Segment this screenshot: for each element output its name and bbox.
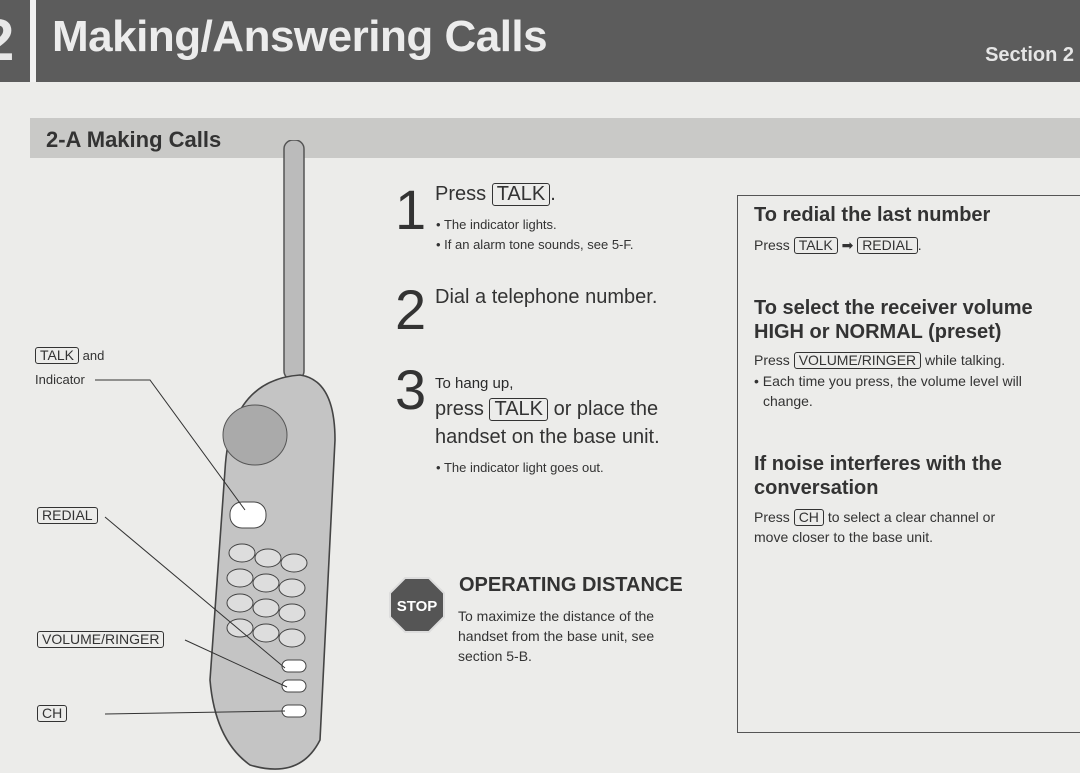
step-3-number: 3 (395, 358, 427, 421)
talk-and-label: TALK and (35, 347, 104, 364)
and-text: and (82, 348, 105, 363)
volume-key-label: VOLUME/RINGER (37, 631, 165, 648)
step-3-line1: To hang up, (435, 375, 514, 392)
section-label: Section 2 (985, 44, 1074, 66)
arrow-right-icon: ➡ (841, 237, 854, 253)
volume-label: VOLUME/RINGER (37, 631, 165, 648)
chapter-number: 2 (0, 0, 30, 82)
operating-distance-title: OPERATING DISTANCE (459, 574, 683, 596)
volume-note: • Each time you press, the volume level … (754, 373, 1022, 409)
volume-text: Press VOLUME/RINGER while talking. (754, 352, 1006, 369)
redial-key: REDIAL (857, 237, 918, 254)
antenna (283, 140, 305, 381)
ch-key-label: CH (37, 705, 68, 722)
svg-text:STOP: STOP (397, 598, 438, 615)
redial-label: REDIAL (37, 507, 98, 524)
noise-text: Press CH to select a clear channel or mov… (754, 509, 996, 545)
redial-title: To redial the last number (754, 204, 991, 226)
handset-illustration (95, 140, 336, 770)
page-title: Making/Answering Calls (52, 12, 548, 61)
step-3-line2: press TALK or place the (435, 398, 659, 421)
redial-text: Press TALK ➡ REDIAL. (754, 237, 922, 254)
noise-title: If noise interferes with the conversation (754, 453, 1002, 499)
ch-key: CH (793, 509, 824, 526)
operating-distance-text: To maximize the distance of the handset f… (458, 608, 655, 664)
volume-title: To select the receiver volume HIGH or NOR… (754, 297, 1033, 343)
step-1-text: Press TALK. (435, 183, 556, 206)
earpiece (222, 404, 288, 466)
talk-key-label: TALK (35, 347, 79, 364)
redial-key-label: REDIAL (37, 507, 98, 524)
step-3-note: • The indicator light goes out. (436, 460, 604, 475)
step-2-text: Dial a telephone number. (435, 286, 658, 308)
step-1-note: • The indicator lights. (436, 217, 557, 232)
talk-key: TALK (489, 398, 549, 421)
stop-sign-icon: STOP (389, 577, 445, 633)
indicator-label: Indicator (35, 372, 85, 387)
step-3-line3: handset on the base unit. (435, 426, 660, 448)
step-1-note: • If an alarm tone sounds, see 5-F. (436, 237, 634, 252)
step-2-number: 2 (395, 278, 427, 341)
step-1-number: 1 (395, 178, 427, 241)
talk-key: TALK (793, 237, 838, 254)
ch-label: CH (37, 705, 68, 722)
header-divider (30, 0, 36, 82)
talk-key: TALK (491, 183, 551, 206)
indicator-light (229, 501, 267, 529)
volume-ringer-key: VOLUME/RINGER (793, 352, 922, 369)
